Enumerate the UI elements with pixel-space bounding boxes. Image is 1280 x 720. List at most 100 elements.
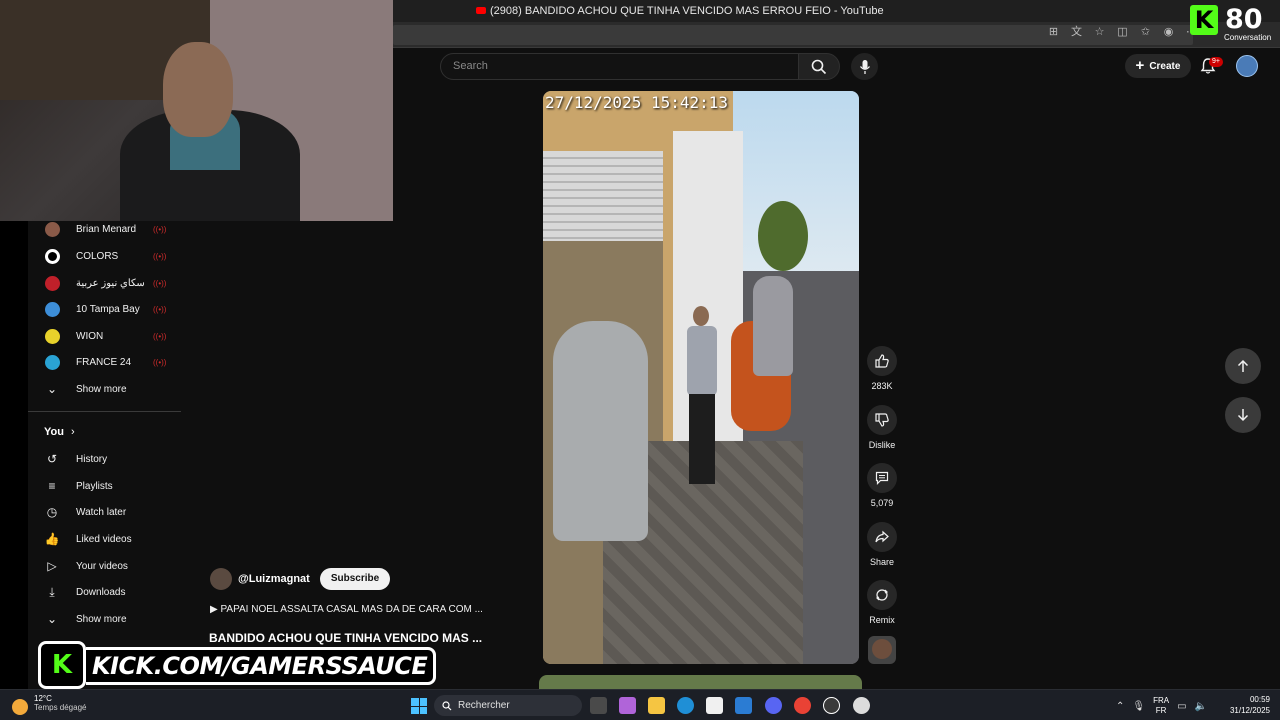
you-section-heading[interactable]: You › — [44, 426, 75, 438]
show-more-subscriptions[interactable]: ⌄ Show more — [28, 378, 181, 400]
channel-name[interactable]: @Luizmagnat — [238, 573, 310, 585]
you-label: You — [44, 426, 64, 438]
show-more-you[interactable]: ⌄ Show more — [28, 608, 181, 630]
tab-title[interactable]: (2908) BANDIDO ACHOU QUE TINHA VENCIDO M… — [490, 5, 884, 17]
live-icon: ((•)) — [153, 331, 167, 341]
play-square-icon: ▷ — [47, 559, 57, 573]
like-button[interactable]: 283K — [864, 346, 900, 391]
thumb-up-icon: 👍 — [44, 532, 60, 546]
clock[interactable]: 00:59 31/12/2025 — [1220, 694, 1270, 716]
video-timestamp: 27/12/2025 15:42:13 — [545, 93, 729, 112]
sidebar-item-label: Watch later — [76, 506, 127, 518]
left-edge — [0, 221, 28, 689]
copilot-icon[interactable] — [619, 697, 636, 714]
taskbar-search[interactable]: Rechercher — [434, 695, 582, 716]
chevron-down-icon: ⌄ — [46, 382, 58, 396]
weather-condition: Temps dégagé — [34, 703, 87, 712]
favorite-star-icon[interactable]: ☆ — [1092, 25, 1107, 40]
language-indicator[interactable]: FRA FR — [1153, 696, 1169, 716]
dislike-button[interactable]: Dislike — [864, 405, 900, 450]
volume-icon[interactable]: 🔈 — [1195, 701, 1207, 712]
sidebar-item-label: COLORS — [76, 250, 119, 262]
plus-icon: + — [1135, 57, 1145, 74]
weather-widget[interactable]: 12°C Temps dégagé — [12, 694, 86, 715]
sidebar-item-sky-news-arabia[interactable]: سكاي نيوز عربية ((•)) — [28, 272, 181, 294]
search-input[interactable]: Search — [440, 53, 799, 80]
playlist-link[interactable]: ▶ PAPAI NOEL ASSALTA CASAL MAS DA DE CAR… — [210, 604, 483, 615]
channel-avatar — [44, 248, 60, 264]
sidebar-item-history[interactable]: ↺ History — [28, 448, 181, 470]
shorts-video-player[interactable]: 27/12/2025 15:42:13 — [543, 91, 859, 664]
sidebar-item-liked-videos[interactable]: 👍 Liked videos — [28, 528, 181, 550]
sidebar-item-10-tampa-bay[interactable]: 10 Tampa Bay ((•)) — [28, 298, 181, 320]
search-button[interactable] — [798, 53, 840, 80]
sidebar-item-playlists[interactable]: ≡ Playlists — [28, 475, 181, 497]
kick-url-text: KICK.COM/GAMERSSAUCE — [92, 652, 428, 680]
streamer-face — [163, 42, 233, 137]
subscribe-button[interactable]: Subscribe — [319, 568, 391, 590]
sidebar-item-colors[interactable]: COLORS ((•)) — [28, 245, 181, 267]
voice-search-button[interactable] — [851, 53, 878, 80]
language-code: FRA — [1153, 696, 1170, 705]
microphone-icon — [859, 59, 870, 74]
sidebar-item-downloads[interactable]: ⤓ Downloads — [28, 581, 181, 603]
sidebar-item-label: Your videos — [76, 560, 128, 572]
history-icon: ↺ — [46, 452, 58, 466]
network-icon[interactable]: ▭ — [1177, 701, 1186, 712]
sidebar-item-brian-menard[interactable]: Brian Menard ((•)) — [28, 218, 181, 240]
chevron-right-icon: › — [71, 426, 75, 438]
account-avatar[interactable] — [1236, 55, 1258, 77]
store-icon[interactable] — [706, 697, 723, 714]
sidebar-item-label: Downloads — [76, 586, 126, 598]
mail-icon[interactable] — [735, 697, 752, 714]
discord-icon[interactable] — [765, 697, 782, 714]
profile-icon[interactable]: ◉ — [1161, 25, 1176, 40]
notification-badge: 9+ — [1209, 57, 1223, 67]
sidebar-item-label: Playlists — [76, 480, 113, 492]
favorites-icon[interactable]: ✩ — [1138, 25, 1153, 40]
file-explorer-icon[interactable] — [648, 697, 665, 714]
create-button[interactable]: + Create — [1125, 54, 1191, 78]
show-more-label: Show more — [76, 383, 127, 395]
sidebar-item-wion[interactable]: WION ((•)) — [28, 325, 181, 347]
windows-start-icon[interactable] — [411, 698, 427, 714]
sidebar-item-france-24[interactable]: FRANCE 24 ((•)) — [28, 351, 181, 373]
clock-icon: ◷ — [46, 505, 58, 519]
sidebar-item-your-videos[interactable]: ▷ Your videos — [28, 555, 181, 577]
play-icon: ▶ — [210, 604, 221, 615]
sidebar-item-watch-later[interactable]: ◷ Watch later — [28, 501, 181, 523]
create-label: Create — [1149, 60, 1181, 72]
share-button[interactable]: Share — [864, 522, 900, 567]
sidebar-item-label: Brian Menard — [76, 223, 137, 235]
download-icon: ⤓ — [49, 584, 55, 599]
remix-button[interactable]: Remix — [864, 580, 900, 625]
obs-icon[interactable] — [823, 697, 840, 714]
kick-url-banner: KICK.COM/GAMERSSAUCE K — [38, 641, 436, 689]
chevron-up-icon[interactable]: ⌃ — [1116, 701, 1124, 712]
next-video-button[interactable] — [1225, 397, 1261, 433]
windows-taskbar: 12°C Temps dégagé Rechercher ⌃ 🎙 FRA FR … — [0, 689, 1280, 720]
comments-button[interactable]: 5,079 — [864, 463, 900, 508]
next-video-preview[interactable] — [539, 675, 862, 689]
live-icon: ((•)) — [153, 278, 167, 288]
sidebar-item-label: 10 Tampa Bay — [76, 303, 140, 315]
chevron-down-icon: ⌄ — [46, 612, 58, 626]
taskbar-search-label: Rechercher — [458, 700, 510, 711]
app-available-icon[interactable]: ⊞ — [1046, 25, 1061, 40]
previous-video-button[interactable] — [1225, 348, 1261, 384]
split-screen-icon[interactable]: ◫ — [1115, 25, 1130, 40]
sound-thumbnail[interactable] — [868, 636, 896, 664]
sidebar-divider — [28, 411, 181, 412]
kick-text-box: KICK.COM/GAMERSSAUCE — [86, 647, 436, 685]
weather-temperature: 12°C — [34, 694, 52, 703]
translate-icon[interactable]: 文 — [1069, 25, 1084, 40]
edge-browser-icon[interactable] — [677, 697, 694, 714]
sidebar-item-label: History — [76, 453, 108, 465]
channel-avatar — [44, 275, 60, 291]
channel-avatar[interactable] — [210, 568, 232, 590]
comment-count: 5,079 — [870, 498, 894, 508]
chrome-alt-icon[interactable] — [853, 697, 870, 714]
chrome-icon[interactable] — [794, 697, 811, 714]
task-view-icon[interactable] — [590, 697, 607, 714]
microphone-tray-icon[interactable]: 🎙 — [1132, 701, 1145, 712]
